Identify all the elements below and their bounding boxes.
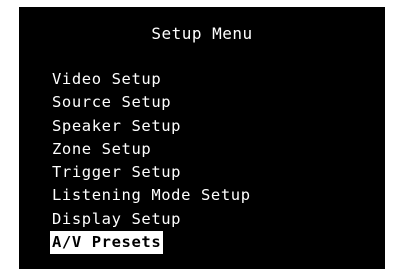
menu-item-zone-setup[interactable]: Zone Setup — [50, 138, 153, 161]
menu-item-av-presets[interactable]: A/V Presets — [50, 231, 164, 255]
menu-item-speaker-setup[interactable]: Speaker Setup — [50, 115, 183, 138]
setup-menu-list: Video Setup Source Setup Speaker Setup Z… — [50, 68, 253, 255]
menu-item-trigger-setup[interactable]: Trigger Setup — [50, 161, 183, 184]
osd-screen: Setup Menu Video Setup Source Setup Spea… — [19, 7, 385, 269]
menu-item-video-setup[interactable]: Video Setup — [50, 68, 163, 91]
menu-item-listening-mode-setup[interactable]: Listening Mode Setup — [50, 184, 253, 207]
menu-title: Setup Menu — [151, 24, 253, 43]
menu-item-display-setup[interactable]: Display Setup — [50, 208, 183, 231]
menu-item-source-setup[interactable]: Source Setup — [50, 91, 173, 114]
